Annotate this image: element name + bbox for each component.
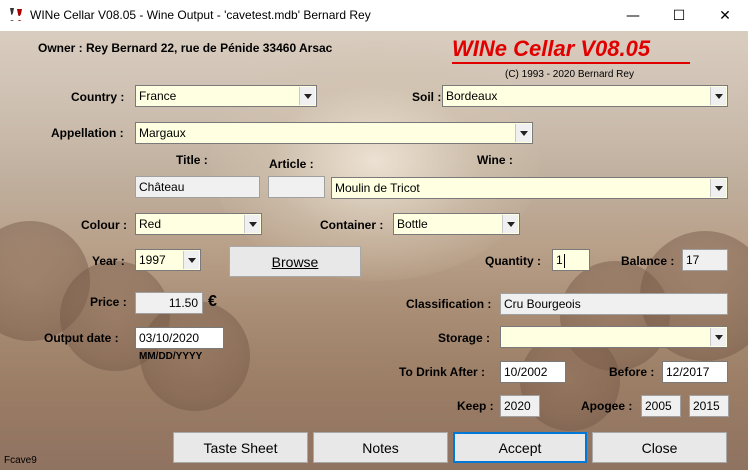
output-date-label: Output date :	[44, 331, 119, 345]
wine-output-form: Owner : Rey Bernard 22, rue de Pénide 33…	[0, 31, 748, 470]
apogee-label: Apogee :	[581, 399, 633, 413]
article-label: Article :	[269, 157, 314, 171]
before-input[interactable]: 12/2017	[662, 361, 728, 383]
balance-field: 17	[682, 249, 728, 271]
soil-select[interactable]: Bordeaux	[442, 85, 728, 107]
chevron-down-icon[interactable]	[515, 124, 531, 142]
date-format-hint: MM/DD/YYYY	[139, 351, 203, 362]
to-drink-after-input[interactable]: 10/2002	[500, 361, 566, 383]
chevron-down-icon[interactable]	[183, 251, 199, 269]
year-label: Year :	[92, 254, 125, 268]
minimize-button[interactable]: —	[610, 0, 656, 31]
article-field[interactable]	[268, 176, 325, 198]
storage-label: Storage :	[438, 331, 491, 345]
keep-label: Keep :	[457, 399, 494, 413]
country-value: France	[139, 89, 177, 103]
taste-sheet-button[interactable]: Taste Sheet	[173, 432, 308, 463]
colour-label: Colour :	[81, 218, 127, 232]
price-label: Price :	[90, 295, 127, 309]
close-button[interactable]: Close	[592, 432, 727, 463]
maximize-button[interactable]: ☐	[656, 0, 702, 31]
owner-info: Owner : Rey Bernard 22, rue de Pénide 33…	[38, 41, 333, 55]
chevron-down-icon[interactable]	[710, 179, 726, 197]
to-drink-after-label: To Drink After :	[399, 365, 485, 379]
notes-button[interactable]: Notes	[313, 432, 448, 463]
country-label: Country :	[71, 90, 125, 104]
price-field: 11.50	[135, 292, 203, 314]
accept-button[interactable]: Accept	[453, 432, 587, 463]
container-select[interactable]: Bottle	[393, 213, 520, 235]
output-date-input[interactable]: 03/10/2020	[135, 327, 224, 349]
classification-field: Cru Bourgeois	[500, 293, 728, 315]
wine-glasses-icon	[10, 8, 22, 21]
apogee-from-field: 2005	[641, 395, 681, 417]
status-text: Fcave9	[4, 455, 37, 466]
chevron-down-icon[interactable]	[710, 87, 726, 105]
wine-value: Moulin de Tricot	[335, 181, 420, 195]
year-select[interactable]: 1997	[135, 249, 201, 271]
colour-select[interactable]: Red	[135, 213, 262, 235]
balance-label: Balance :	[621, 254, 675, 268]
window-title: WINe Cellar V08.05 - Wine Output - 'cave…	[30, 8, 371, 22]
quantity-input[interactable]: 1	[552, 249, 590, 271]
chevron-down-icon[interactable]	[299, 87, 315, 105]
browse-button[interactable]: Browse	[229, 246, 361, 277]
title-label: Title :	[176, 153, 208, 167]
brand-title: WINe Cellar V08.05	[452, 36, 651, 61]
container-label: Container :	[320, 218, 384, 232]
copyright-text: (C) 1993 - 2020 Bernard Rey	[505, 69, 634, 80]
keep-field: 2020	[500, 395, 540, 417]
wine-select[interactable]: Moulin de Tricot	[331, 177, 728, 199]
container-value: Bottle	[397, 217, 428, 231]
chevron-down-icon[interactable]	[502, 215, 518, 233]
appellation-value: Margaux	[139, 126, 186, 140]
apogee-to-field: 2015	[689, 395, 729, 417]
appellation-select[interactable]: Margaux	[135, 122, 533, 144]
brand-underline	[452, 62, 690, 64]
classification-label: Classification :	[406, 297, 492, 311]
appellation-label: Appellation :	[51, 126, 124, 140]
close-window-button[interactable]: ✕	[702, 0, 748, 31]
before-label: Before :	[609, 365, 655, 379]
quantity-label: Quantity :	[485, 254, 541, 268]
soil-label: Soil :	[412, 90, 442, 104]
title-bar: WINe Cellar V08.05 - Wine Output - 'cave…	[0, 0, 748, 32]
wine-label: Wine :	[477, 153, 513, 167]
soil-value: Bordeaux	[446, 89, 498, 103]
euro-symbol: €	[208, 293, 217, 310]
year-value: 1997	[139, 253, 166, 267]
chevron-down-icon[interactable]	[710, 328, 726, 346]
chevron-down-icon[interactable]	[244, 215, 260, 233]
colour-value: Red	[139, 217, 162, 231]
title-field[interactable]: Château	[135, 176, 260, 198]
storage-select[interactable]	[500, 326, 728, 348]
country-select[interactable]: France	[135, 85, 317, 107]
